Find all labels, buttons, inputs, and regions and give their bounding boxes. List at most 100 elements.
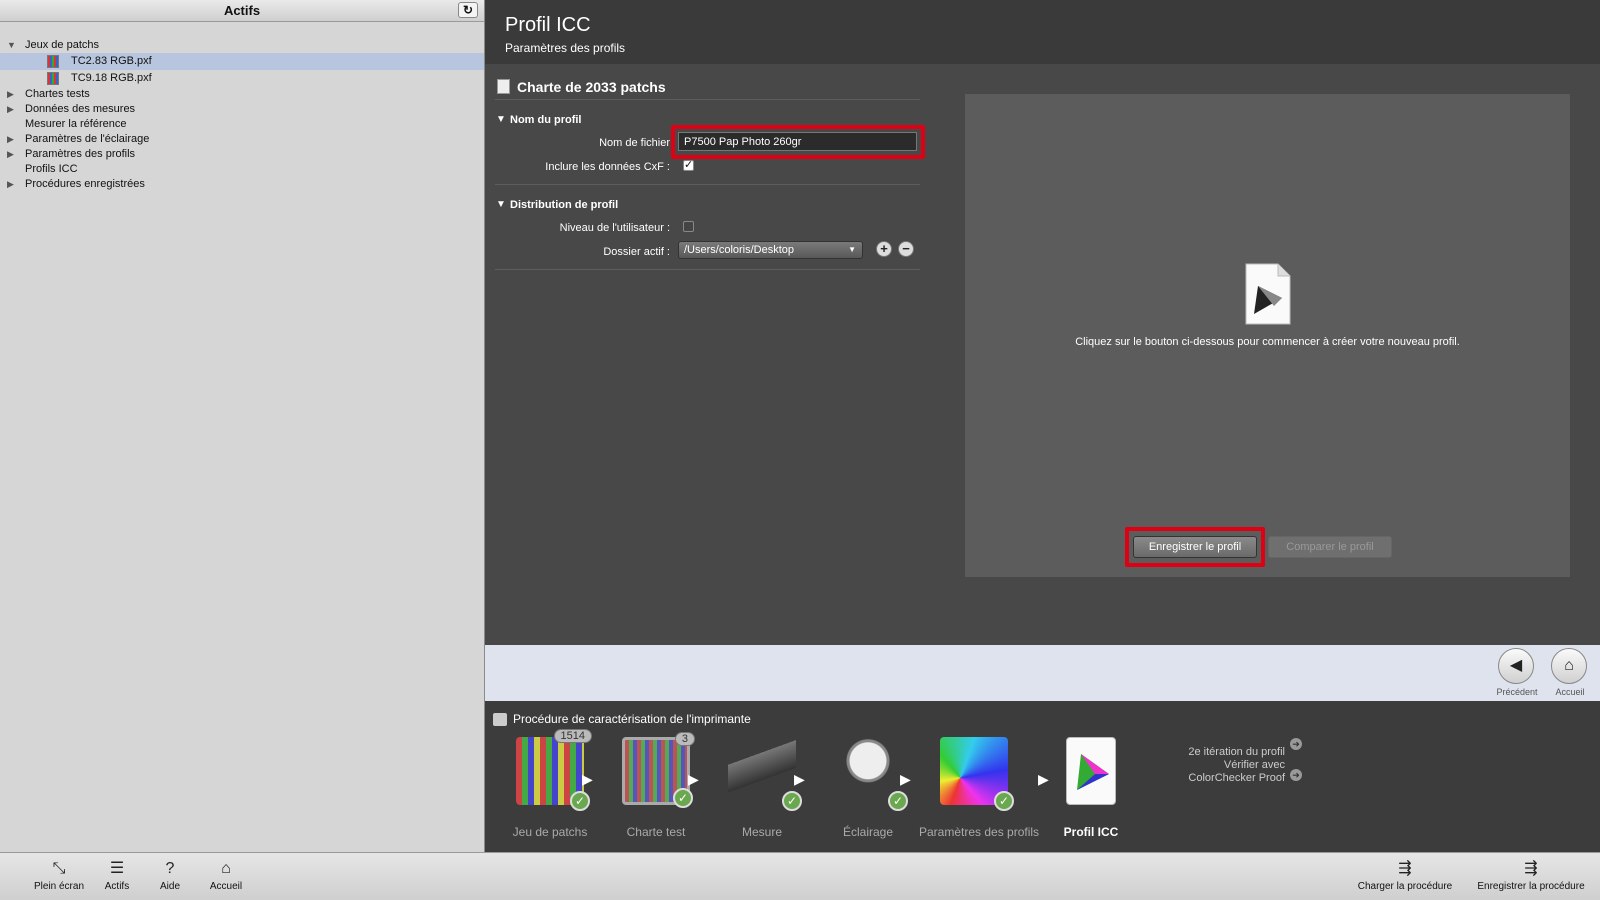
- filename-highlight: [671, 125, 925, 159]
- tree-item-icc-profiles[interactable]: Profils ICC: [0, 162, 484, 177]
- arrow-right-icon[interactable]: ➜: [1290, 769, 1302, 781]
- back-button[interactable]: ◀ Précédent: [1496, 648, 1538, 697]
- section-profile-distribution[interactable]: ▼ Distribution de profil: [495, 197, 920, 213]
- assets-button[interactable]: ☰ Actifs: [100, 859, 134, 892]
- remove-folder-button[interactable]: −: [898, 241, 914, 257]
- save-procedure-label: Enregistrer la procédure: [1477, 881, 1585, 892]
- save-profile-button[interactable]: Enregistrer le profil: [1133, 536, 1257, 558]
- checkmark-icon: ✓: [888, 791, 908, 811]
- fullscreen-button[interactable]: ⤡ Plein écran: [32, 859, 86, 892]
- tree-item-tc918[interactable]: TC9.18 RGB.pxf: [0, 70, 484, 87]
- cxf-label: Inclure les données CxF :: [545, 161, 670, 173]
- expanded-triangle-icon[interactable]: ▼: [7, 38, 16, 53]
- tree-item-label: Chartes tests: [25, 88, 90, 100]
- step-arrow-icon: ▶: [794, 771, 805, 787]
- bottom-toolbar: ⤡ Plein écran ☰ Actifs ? Aide ⌂ Accueil ⇶ Cha…: [0, 852, 1600, 900]
- load-procedure-button[interactable]: ⇶ Charger la procédure: [1353, 859, 1457, 892]
- chart-document-icon: [497, 79, 510, 94]
- checkmark-icon: ✓: [570, 791, 590, 811]
- tree-item-profile-settings[interactable]: ▶ Paramètres des profils: [0, 147, 484, 162]
- collapsed-triangle-icon[interactable]: ▶: [7, 87, 14, 102]
- tree-item-lighting-settings[interactable]: ▶ Paramètres de l'éclairage: [0, 132, 484, 147]
- question-icon: ?: [165, 860, 175, 877]
- tree-item-label: Mesurer la référence: [25, 118, 127, 130]
- icc-profile-icon: [1066, 737, 1116, 805]
- collapsed-triangle-icon[interactable]: ▶: [7, 102, 14, 117]
- workflow-bar: Procédure de caractérisation de l'imprim…: [485, 701, 1600, 852]
- instruction-message: Cliquez sur le bouton ci-dessous pour co…: [1075, 336, 1460, 348]
- new-profile-document-icon: [1245, 263, 1291, 325]
- sidebar-header: Actifs ↻: [0, 0, 484, 22]
- refresh-icon[interactable]: ↻: [458, 2, 478, 18]
- section-label: Nom du profil: [510, 114, 582, 126]
- tree-item-label: TC9.18 RGB.pxf: [71, 72, 152, 84]
- step-lighting[interactable]: ✓ Éclairage: [813, 737, 923, 839]
- step-label: Éclairage: [842, 825, 894, 839]
- spectrophotometer-icon: ✓: [728, 737, 802, 811]
- step-icc-profile[interactable]: Profil ICC: [1036, 737, 1146, 839]
- back-label: Précédent: [1496, 687, 1538, 697]
- collapsed-triangle-icon[interactable]: ▶: [7, 147, 14, 162]
- gamut-triangle-icon: [1077, 754, 1109, 790]
- assets-tree: ▼ Jeux de patchs TC2.83 RGB.pxf TC9.18 RG…: [0, 22, 484, 192]
- assets-label: Actifs: [104, 881, 130, 892]
- folder-select[interactable]: /Users/coloris/Desktop ▼: [678, 241, 863, 259]
- profile-form: Charte de 2033 patchs ▼ Nom du profil Nom…: [495, 74, 925, 270]
- disclosure-triangle-icon[interactable]: ▼: [496, 112, 506, 128]
- step-label: Charte test: [626, 825, 686, 839]
- fullscreen-icon: ⤡: [52, 860, 66, 877]
- list-icon: ☰: [109, 860, 125, 877]
- compare-profile-button[interactable]: Comparer le profil: [1268, 536, 1392, 558]
- divider: [495, 184, 920, 185]
- step-test-chart[interactable]: 3 ✓ Charte test: [601, 732, 711, 839]
- folder-value: /Users/coloris/Desktop: [684, 244, 795, 256]
- lightbulb-gear-icon: ✓: [834, 737, 908, 811]
- tree-item-label: Jeux de patchs: [25, 39, 99, 51]
- collapsed-triangle-icon[interactable]: ▶: [7, 177, 14, 192]
- tree-item-measurement-data[interactable]: ▶ Données des mesures: [0, 102, 484, 117]
- home-nav-button[interactable]: ⌂ Accueil: [1551, 648, 1589, 697]
- cxf-row: Inclure les données CxF :: [495, 156, 920, 180]
- tree-item-label: Paramètres des profils: [25, 148, 136, 160]
- second-iteration-link[interactable]: 2e itération du profil: [1175, 746, 1285, 759]
- tree-item-test-charts[interactable]: ▶ Chartes tests: [0, 87, 484, 102]
- help-label: Aide: [159, 881, 180, 892]
- cxf-checkbox[interactable]: [683, 158, 694, 171]
- step-label: Paramètres des profils: [919, 825, 1040, 839]
- home-button[interactable]: ⌂ Accueil: [206, 859, 246, 892]
- step-profile-settings[interactable]: ✓ Paramètres des profils: [919, 737, 1040, 839]
- tree-item-patch-sets[interactable]: ▼ Jeux de patchs: [0, 38, 484, 53]
- tree-item-saved-procedures[interactable]: ▶ Procédures enregistrées: [0, 177, 484, 192]
- divider: [495, 269, 920, 270]
- test-chart-thumbnail: 3 ✓: [622, 732, 695, 808]
- step-measure[interactable]: ✓ Mesure: [707, 737, 817, 839]
- fullscreen-label: Plein écran: [33, 881, 85, 892]
- chart-title-text: Charte de 2033 patchs: [517, 79, 666, 95]
- chart-title: Charte de 2033 patchs: [495, 74, 920, 100]
- main-header: Profil ICC Paramètres des profils: [485, 0, 1600, 64]
- step-label: Profil ICC: [1063, 825, 1119, 839]
- step-arrow-icon: ▶: [582, 771, 593, 787]
- add-folder-button[interactable]: +: [876, 241, 892, 257]
- user-level-checkbox[interactable]: [683, 221, 694, 232]
- save-procedure-button[interactable]: ⇶ Enregistrer la procédure: [1470, 859, 1592, 892]
- home-icon[interactable]: ⌂: [1551, 648, 1587, 684]
- section-label: Distribution de profil: [510, 199, 619, 211]
- back-arrow-icon[interactable]: ◀: [1498, 648, 1534, 684]
- disclosure-triangle-icon[interactable]: ▼: [496, 197, 506, 213]
- home-label: Accueil: [209, 881, 243, 892]
- verify-colorchecker-link[interactable]: Vérifier avec ColorChecker Proof: [1175, 759, 1285, 785]
- tree-item-measure-reference[interactable]: Mesurer la référence: [0, 117, 484, 132]
- printer-icon: [493, 713, 507, 726]
- page-title: Profil ICC: [505, 14, 591, 36]
- folder-label: Dossier actif :: [603, 246, 670, 258]
- tree-item-tc283[interactable]: TC2.83 RGB.pxf: [0, 53, 484, 70]
- create-profile-panel: Cliquez sur le bouton ci-dessous pour co…: [965, 94, 1570, 577]
- step-patch-set[interactable]: 1514 ✓ Jeu de patchs: [495, 729, 605, 839]
- gamut-gear-icon: ✓: [940, 737, 1014, 811]
- collapsed-triangle-icon[interactable]: ▶: [7, 132, 14, 147]
- tree-item-label: TC2.83 RGB.pxf: [71, 55, 152, 67]
- step-arrow-icon: ▶: [688, 771, 699, 787]
- help-button[interactable]: ? Aide: [157, 859, 183, 892]
- arrow-right-icon[interactable]: ➜: [1290, 738, 1302, 750]
